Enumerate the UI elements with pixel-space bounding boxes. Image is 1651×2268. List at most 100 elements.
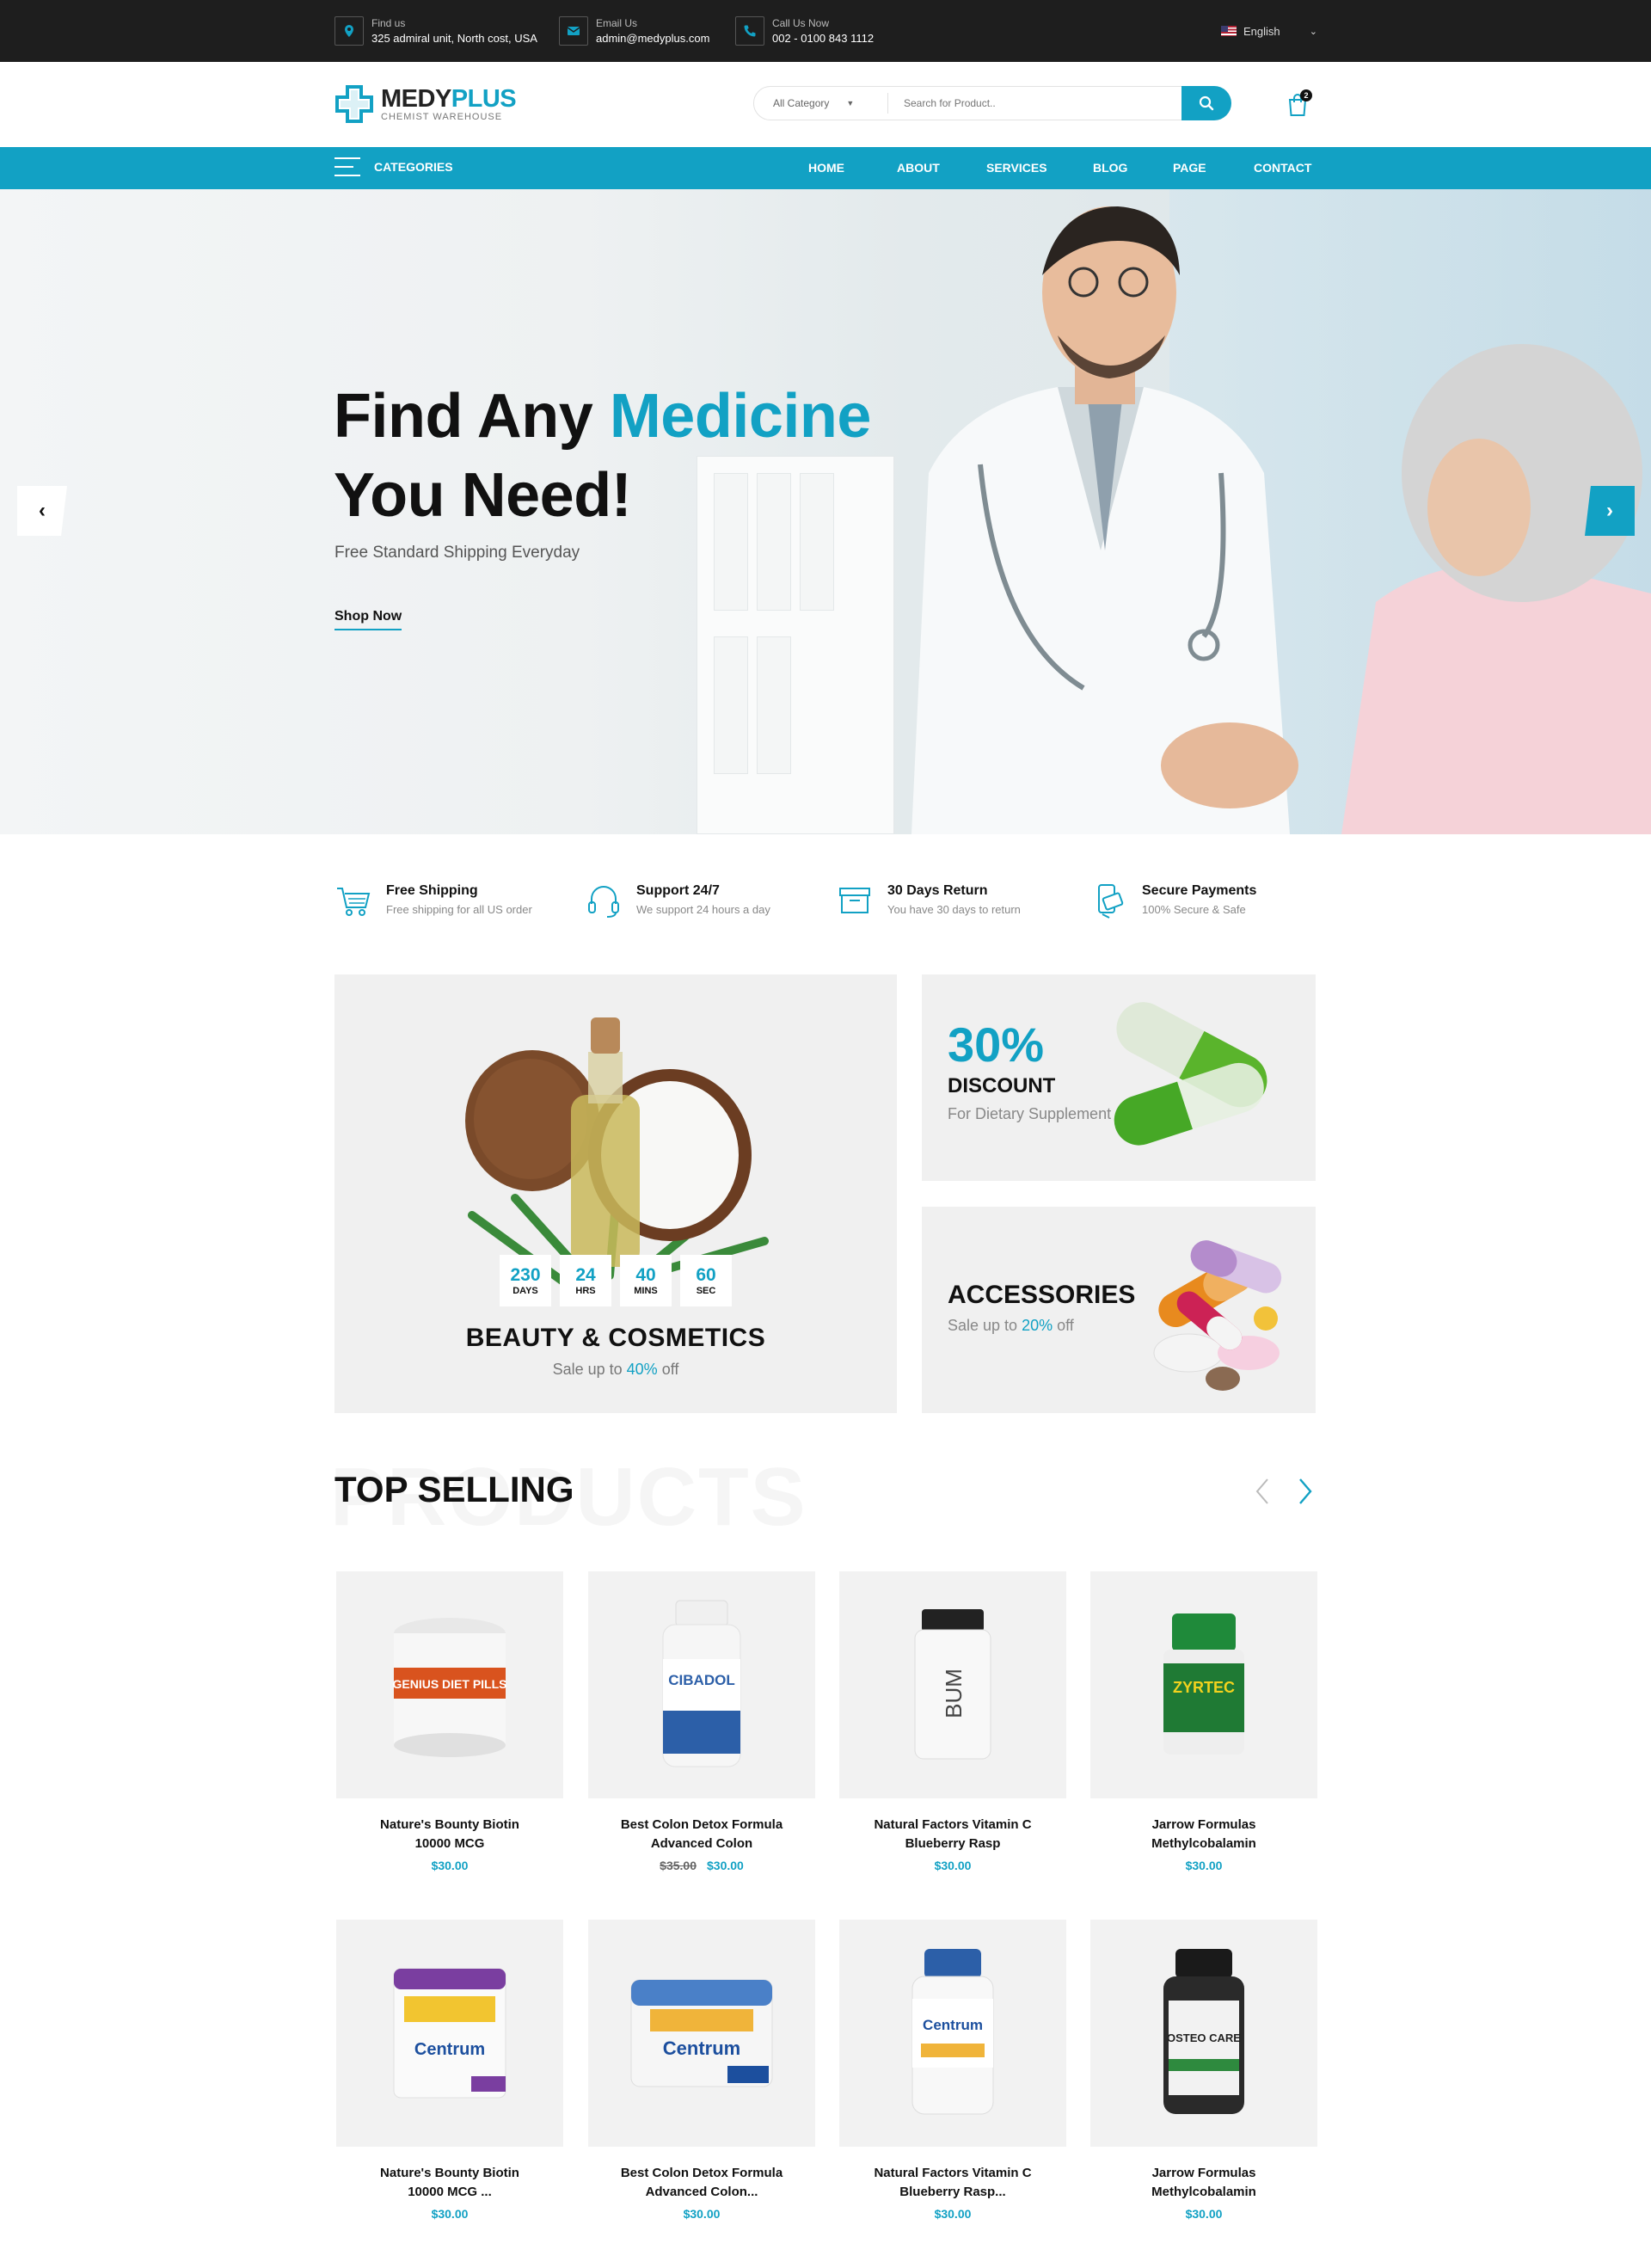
beauty-cosmetics-banner[interactable]: 230 DAYS 24 HRS 40 MINS 60 SEC BEAUTY & COSM…	[334, 974, 897, 1413]
logo[interactable]: MEDYPLUS CHEMIST WAREHOUSE	[334, 84, 517, 124]
medical-cross-logo-icon	[335, 85, 373, 123]
feature-title: Support 24/7	[636, 883, 720, 898]
caret-down-icon: ▼	[846, 99, 855, 108]
countdown-hours: 24 HRS	[560, 1255, 611, 1306]
mail-icon	[559, 16, 588, 46]
product-image[interactable]: CIBADOL	[588, 1571, 815, 1798]
feature-title: Secure Payments	[1142, 883, 1257, 898]
hero-title-highlight: Medicine	[609, 382, 872, 451]
background-binder	[757, 636, 791, 774]
nav-blog[interactable]: BLOG	[1093, 161, 1127, 175]
accessories-title: ACCESSORIES	[948, 1281, 1136, 1309]
svg-text:CIBADOL: CIBADOL	[668, 1672, 734, 1688]
accessories-banner[interactable]: ACCESSORIES Sale up to 20% off	[922, 1207, 1316, 1413]
product-price: $30.00	[1185, 2207, 1223, 2221]
logo-name: MEDYPLUS	[381, 85, 517, 113]
svg-text:Centrum: Centrum	[414, 2040, 485, 2059]
category-select-value: All Category	[773, 97, 830, 109]
countdown-timer: 230 DAYS 24 HRS 40 MINS 60 SEC	[500, 1255, 732, 1306]
svg-text:Centrum: Centrum	[923, 2017, 983, 2033]
us-flag-icon	[1221, 26, 1237, 36]
accessories-subtitle: Sale up to 20% off	[948, 1317, 1074, 1334]
product-image[interactable]: GENIUS DIET PILLS	[336, 1571, 563, 1798]
return-box-icon	[839, 888, 870, 913]
product-price: $35.00 $30.00	[660, 1859, 744, 1872]
headset-icon	[588, 886, 619, 918]
chevron-left-icon: ‹	[39, 499, 46, 522]
doctor-patient-photo	[911, 189, 1651, 834]
product-card[interactable]: ZYRTEC Jarrow Formulas Methylcobalamin $3…	[1090, 1571, 1317, 1872]
cart-count-badge: 2	[1300, 89, 1312, 101]
contact-phone: Call Us Now 002 - 0100 843 1112	[735, 15, 874, 46]
product-image[interactable]: ZYRTEC	[1090, 1571, 1317, 1798]
feature-support: Support 24/7 We support 24 hours a day	[585, 882, 770, 919]
product-image[interactable]: OSTEO CARE	[1090, 1920, 1317, 2147]
product-card[interactable]: OSTEO CARE Jarrow Formulas Methylcobalami…	[1090, 1920, 1317, 2221]
product-image[interactable]: BUM	[839, 1571, 1066, 1798]
search-button[interactable]	[1181, 86, 1231, 120]
email-link[interactable]: admin@medyplus.com	[596, 31, 709, 46]
language-value: English	[1243, 24, 1280, 38]
product-name[interactable]: Best Colon Detox Formula Advanced Colon	[588, 1816, 815, 1853]
categories-menu-button[interactable]: CATEGORIES	[334, 157, 453, 176]
background-binder	[714, 636, 748, 774]
chevron-left-icon	[1255, 1478, 1268, 1504]
discount-banner[interactable]: 30% DISCOUNT For Dietary Supplement	[922, 974, 1316, 1181]
countdown-days: 230 DAYS	[500, 1255, 551, 1306]
pill-bottle-image: CIBADOL	[662, 1600, 741, 1767]
svg-text:Centrum: Centrum	[663, 2038, 740, 2059]
product-name[interactable]: Natural Factors Vitamin C Blueberry Rasp.…	[839, 2164, 1066, 2202]
carousel-next-button[interactable]	[1295, 1476, 1316, 1507]
product-name[interactable]: Natural Factors Vitamin C Blueberry Rasp	[839, 1816, 1066, 1853]
nav-contact[interactable]: CONTACT	[1254, 161, 1311, 175]
product-name[interactable]: Nature's Bounty Biotin 10000 MCG	[336, 1816, 563, 1853]
call-label: Call Us Now	[772, 17, 830, 29]
product-card[interactable]: BUM Natural Factors Vitamin C Blueberry R…	[839, 1571, 1066, 1872]
old-price: $35.00	[660, 1859, 697, 1872]
product-price: $30.00	[431, 1859, 469, 1872]
nav-page[interactable]: PAGE	[1173, 161, 1206, 175]
supplement-bottle-image: OSTEO CARE	[1163, 1949, 1244, 2114]
feature-desc: We support 24 hours a day	[636, 903, 770, 916]
phone-link[interactable]: 002 - 0100 843 1112	[772, 31, 874, 46]
nav-about[interactable]: ABOUT	[897, 161, 940, 175]
find-us-label: Find us	[371, 17, 406, 29]
hamburger-icon	[334, 157, 360, 176]
slider-next-button[interactable]: ›	[1585, 486, 1635, 536]
product-image[interactable]: Centrum	[839, 1920, 1066, 2147]
product-name[interactable]: Nature's Bounty Biotin 10000 MCG ...	[336, 2164, 563, 2202]
map-pin-icon	[334, 16, 364, 46]
product-name[interactable]: Jarrow Formulas Methylcobalamin	[1090, 2164, 1317, 2202]
top-bar: Find us 325 admiral unit, North cost, US…	[0, 0, 1651, 62]
product-name[interactable]: Best Colon Detox Formula Advanced Colon..…	[588, 2164, 815, 2202]
product-card[interactable]: Centrum Nature's Bounty Biotin 10000 MCG …	[336, 1920, 563, 2221]
nav-services[interactable]: SERVICES	[986, 161, 1047, 175]
cart-button[interactable]: 2	[1286, 89, 1312, 119]
nav-home[interactable]: HOME	[808, 161, 844, 175]
discount-percent: 30%	[948, 1017, 1045, 1072]
feature-desc: You have 30 days to return	[887, 903, 1021, 916]
allergy-bottle-image: ZYRTEC	[1163, 1613, 1244, 1755]
product-image[interactable]: Centrum	[336, 1920, 563, 2147]
language-selector[interactable]: English ⌄	[1221, 21, 1317, 41]
product-card[interactable]: CIBADOL Best Colon Detox Formula Advanced…	[588, 1571, 815, 1872]
hero-subtitle: Free Standard Shipping Everyday	[334, 544, 580, 562]
category-select[interactable]: All Category ▼	[754, 93, 888, 114]
svg-text:OSTEO CARE: OSTEO CARE	[1167, 2031, 1241, 2044]
product-name[interactable]: Jarrow Formulas Methylcobalamin	[1090, 1816, 1317, 1853]
main-nav: CATEGORIES HOME ABOUT SERVICES BLOG PAGE…	[0, 147, 1651, 189]
slider-prev-button[interactable]: ‹	[17, 486, 67, 536]
shop-now-button[interactable]: Shop Now	[334, 609, 402, 630]
svg-text:ZYRTEC: ZYRTEC	[1173, 1679, 1235, 1696]
capsule-pills-image	[1114, 1002, 1267, 1146]
secure-payment-icon	[1098, 884, 1124, 919]
feature-returns: 30 Days Return You have 30 days to retur…	[836, 882, 1021, 919]
countdown-seconds: 60 SEC	[680, 1255, 732, 1306]
product-card[interactable]: Centrum Natural Factors Vitamin C Blueber…	[839, 1920, 1066, 2221]
product-image[interactable]: Centrum	[588, 1920, 815, 2147]
product-card[interactable]: Centrum Best Colon Detox Formula Advanced…	[588, 1920, 815, 2221]
product-card[interactable]: GENIUS DIET PILLS Nature's Bounty Biotin…	[336, 1571, 563, 1872]
carousel-prev-button[interactable]	[1252, 1476, 1273, 1507]
discount-title: DISCOUNT	[948, 1074, 1056, 1097]
search-input[interactable]	[888, 97, 1181, 109]
